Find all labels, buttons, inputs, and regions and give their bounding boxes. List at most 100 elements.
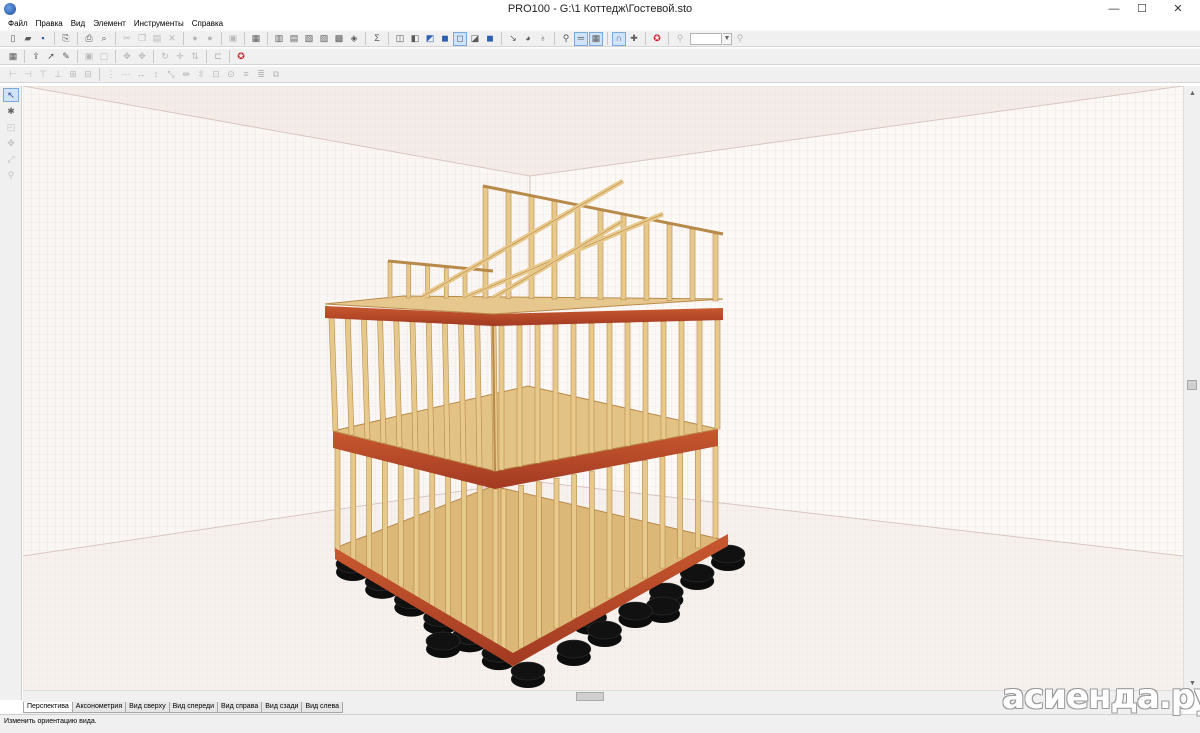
ruler-icon[interactable]: ═ [574,31,588,46]
view-solid-icon[interactable]: ◼ [438,32,452,46]
move-down-icon[interactable]: ✥ [135,50,149,64]
up-level-icon[interactable]: ⇪ [29,50,43,64]
close-button[interactable]: ✕ [1156,0,1200,17]
stack-icon[interactable]: ≡ [239,68,253,82]
spread-icon[interactable]: ≣ [254,68,268,82]
minimize-button[interactable]: — [1100,0,1128,17]
undo-icon[interactable]: ● [188,32,202,46]
tab-left-view[interactable]: Вид слева [301,702,344,713]
list-icon[interactable]: ▤ [287,32,301,46]
tab-perspective[interactable]: Перспектива [23,702,73,713]
tab-axonometry[interactable]: Аксонометрия [71,702,127,713]
align-center-h-icon[interactable]: ⊣ [21,68,35,82]
move-tool-icon[interactable]: ✥ [3,136,19,150]
copy-icon[interactable]: ❐ [135,32,149,46]
scale-tool-icon[interactable]: ⤢ [3,152,19,166]
zoom-out-icon[interactable]: ⚲ [673,32,687,46]
dimension-icon[interactable]: ↘ [506,32,520,46]
view-perspective-icon[interactable]: ◫ [393,32,407,46]
measure-icon[interactable]: ⚲ [559,32,573,46]
chevron-down-icon[interactable]: ▼ [723,32,732,45]
select-arrow-icon[interactable]: ↖ [3,88,19,102]
menu-file[interactable]: Файл [4,19,32,28]
lifebuoy-icon[interactable]: ✪ [650,32,664,46]
zoom-tool-icon[interactable]: ⚲ [3,168,19,182]
scroll-up-icon[interactable]: ▲ [1184,86,1200,100]
tab-top-view[interactable]: Вид сверху [125,702,170,713]
cost-icon[interactable]: ▨ [317,32,331,46]
menu-tools[interactable]: Инструменты [130,19,188,28]
rotate-icon[interactable]: ↻ [158,50,172,64]
align-icon[interactable]: ⊏ [211,50,225,64]
print-icon[interactable]: ⎙ [82,32,96,46]
scene-canvas[interactable] [23,86,1183,690]
tab-front-view[interactable]: Вид спереди [168,702,219,713]
menu-view[interactable]: Вид [67,19,89,28]
move-up-icon[interactable]: ✥ [120,50,134,64]
join-icon[interactable]: ⧉ [269,68,283,82]
distribute-h-icon[interactable]: ⋮ [104,68,118,82]
tab-right-view[interactable]: Вид справа [217,702,263,713]
paste-icon[interactable]: ▤ [150,32,164,46]
view-textured-icon[interactable]: ◪ [468,32,482,46]
view-wire-icon[interactable]: ◩ [423,32,437,46]
move-icon[interactable]: ✛ [173,50,187,64]
maximize-button[interactable]: ☐ [1128,0,1156,17]
view-top-icon[interactable]: ◧ [408,32,422,46]
align-right-icon[interactable]: ⊤ [36,68,50,82]
zoom-input[interactable] [690,32,722,45]
cut-icon[interactable]: ✂ [120,32,134,46]
horizontal-scroll-thumb[interactable] [576,692,604,701]
sum-icon[interactable]: Σ [370,32,384,46]
zoom-in-icon[interactable]: ⚲ [733,32,747,46]
mirror-icon[interactable]: ⇅ [188,50,202,64]
grid-icon[interactable]: ▦ [589,31,603,46]
library-icon[interactable]: ▥ [272,32,286,46]
catalog-icon[interactable]: ▦ [249,32,263,46]
tab-back-view[interactable]: Вид сзади [261,702,303,713]
center-icon[interactable]: ⊙ [224,68,238,82]
order-icon[interactable]: ▩ [332,32,346,46]
3d-viewport[interactable] [23,86,1183,690]
report-icon[interactable]: ▧ [302,32,316,46]
align-middle-icon[interactable]: ⊞ [66,68,80,82]
menu-edit[interactable]: Правка [32,19,67,28]
print-preview-icon[interactable]: ⌕ [97,32,111,46]
delete-icon[interactable]: ✕ [165,32,179,46]
distribute-v-icon[interactable]: ⋯ [119,68,133,82]
menu-element[interactable]: Элемент [89,19,130,28]
settings-icon[interactable]: ◈ [347,32,361,46]
align-bottom-icon[interactable]: ⊟ [81,68,95,82]
space-v-icon[interactable]: ⇳ [194,68,208,82]
vertical-scroll-thumb[interactable] [1187,380,1197,390]
pencil-icon[interactable]: ✎ [59,50,73,64]
multi-select-icon[interactable]: ✱ [3,104,19,118]
fit-icon[interactable]: ⊡ [209,68,223,82]
same-height-icon[interactable]: ↕ [149,68,163,82]
pointer-icon[interactable]: ➚ [44,50,58,64]
light-icon[interactable]: ◕ [521,32,535,46]
align-left-icon[interactable]: ⊢ [6,68,20,82]
view-realistic-icon[interactable]: ◼ [483,32,497,46]
new-file-icon[interactable]: ▯ [6,32,20,46]
align-top-icon[interactable]: ⊥ [51,68,65,82]
view-shaded-icon[interactable]: ◻ [453,31,467,46]
export-icon[interactable]: ⎘ [59,32,73,46]
bulb-icon[interactable]: ♁ [536,32,550,46]
properties-icon[interactable]: ▣ [226,32,240,46]
vertical-scrollbar[interactable]: ▲ ▼ [1183,86,1200,690]
magnet-icon[interactable]: ∩ [612,31,626,46]
menu-help[interactable]: Справка [188,19,227,28]
rotate-tool-icon[interactable]: ◰ [3,120,19,134]
redo-icon[interactable]: ● [203,32,217,46]
save-icon[interactable]: ▪ [36,32,50,46]
grid-select-icon[interactable]: ▦ [6,50,20,64]
same-width-icon[interactable]: ↔ [134,68,148,82]
open-folder-icon[interactable]: ▰ [21,32,35,46]
space-h-icon[interactable]: ⇹ [179,68,193,82]
snap-icon[interactable]: ✚ [627,32,641,46]
same-size-icon[interactable]: ⤡ [164,68,178,82]
target-icon[interactable]: ✪ [234,50,248,64]
group-icon[interactable]: ▣ [82,50,96,64]
ungroup-icon[interactable]: ▢ [97,50,111,64]
